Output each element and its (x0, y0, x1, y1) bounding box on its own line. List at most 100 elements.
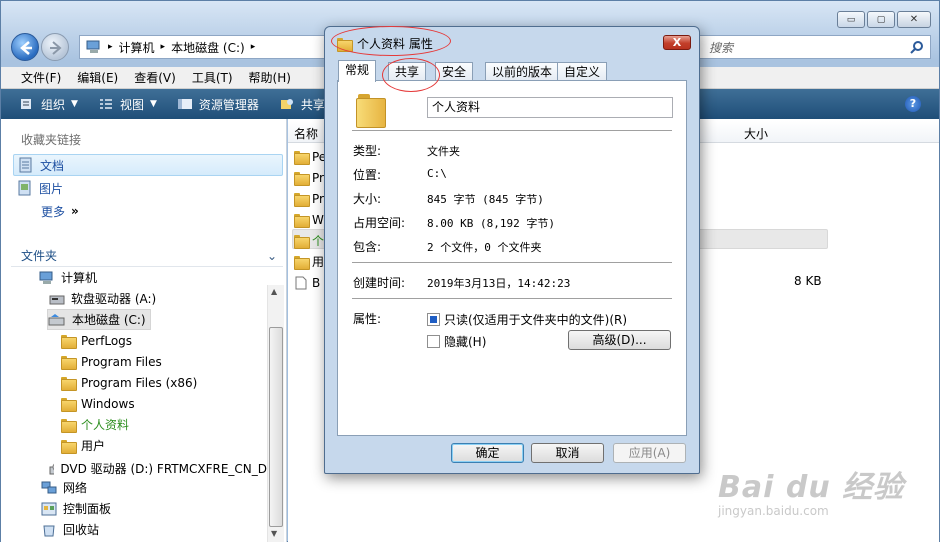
tree-item-program-files[interactable]: Program Files (61, 351, 162, 372)
explorer-button[interactable]: 资源管理器 (177, 96, 259, 113)
maximize-button[interactable]: ▢ (867, 11, 895, 28)
tree-item-computer[interactable]: 计算机 (39, 267, 97, 288)
documents-icon (19, 157, 32, 173)
folder-name-input[interactable]: 个人资料 (427, 97, 673, 118)
organize-icon (21, 99, 31, 109)
hidden-checkbox[interactable]: 隐藏(H) (427, 333, 486, 350)
favorite-pictures[interactable]: 图片 (13, 177, 283, 199)
file-row[interactable]: B (294, 272, 320, 293)
control-panel-icon (41, 502, 57, 515)
tree-item-users[interactable]: 用户 (61, 435, 105, 456)
scroll-down-arrow-icon[interactable]: ▼ (271, 529, 277, 538)
tree-item-dvd[interactable]: DVD 驱动器 (D:) FRTMCXFRE_CN_D (49, 458, 267, 479)
tree-scrollbar[interactable]: ▲ ▼ (267, 285, 284, 542)
watermark-url: jingyan.baidu.com (718, 504, 829, 518)
dropdown-arrow-icon: ▼ (149, 99, 157, 109)
minimize-icon: ▭ (846, 14, 856, 25)
tree-item-floppy[interactable]: 软盘驱动器 (A:) (49, 288, 156, 309)
tree-item-control-panel[interactable]: 控制面板 (41, 498, 111, 519)
folder-icon (61, 418, 77, 433)
search-icon[interactable] (910, 40, 924, 54)
file-row[interactable]: 用 (294, 251, 324, 272)
column-size[interactable]: 大小 (744, 125, 768, 142)
apply-button[interactable]: 应用(A) (613, 443, 686, 463)
file-name: 个 (312, 234, 325, 248)
minimize-button[interactable]: ▭ (837, 11, 865, 28)
favorite-more[interactable]: 更多 » (13, 200, 283, 222)
tree-label: 计算机 (61, 271, 98, 285)
divider (352, 262, 672, 263)
file-name: 用 (312, 255, 325, 269)
window-controls: ▭ ▢ ✕ (837, 11, 931, 28)
tree-item-local-disk[interactable]: 本地磁盘 (C:) (47, 309, 151, 330)
file-name: W (312, 212, 324, 227)
views-button[interactable]: 视图 ▼ (98, 96, 157, 113)
floppy-drive-icon (49, 295, 65, 304)
tab-customize[interactable]: 自定义 (557, 62, 608, 81)
scrollbar-thumb[interactable] (269, 327, 283, 527)
disk-size-label: 占用空间: (353, 216, 406, 230)
tree-item-recycle-bin[interactable]: 回收站 (41, 519, 99, 540)
menu-file[interactable]: 文件(F) (21, 69, 61, 86)
scroll-up-arrow-icon[interactable]: ▲ (271, 287, 277, 296)
pictures-icon (18, 180, 31, 196)
tree-item-program-files-x86[interactable]: Program Files (x86) (61, 372, 197, 393)
size-label: 大小: (353, 192, 382, 206)
tree-item-windows[interactable]: Windows (61, 393, 135, 414)
address-crumb-computer[interactable]: 计算机 (119, 39, 155, 56)
readonly-checkbox[interactable]: 只读(仅适用于文件夹中的文件)(R) (427, 311, 627, 328)
organize-button[interactable]: 组织 ▼ (19, 96, 78, 113)
tree-item-personal[interactable]: 个人资料 (61, 414, 129, 435)
menu-help[interactable]: 帮助(H) (249, 69, 291, 86)
tab-sharing[interactable]: 共享 (388, 62, 427, 81)
explorer-label: 资源管理器 (198, 97, 259, 112)
dropdown-arrow-icon: ▼ (71, 99, 78, 109)
column-name[interactable]: 名称 (294, 125, 318, 142)
menu-edit[interactable]: 编辑(E) (77, 69, 118, 86)
folders-header[interactable]: 文件夹 ⌄ (11, 245, 283, 267)
tree-item-network[interactable]: 网络 (41, 477, 87, 498)
menu-tools[interactable]: 工具(T) (192, 69, 233, 86)
forward-button[interactable] (41, 33, 69, 61)
tree-label: Program Files (x86) (81, 375, 198, 390)
close-icon: ✕ (909, 14, 919, 25)
properties-dialog: 个人资料 属性 X 常规 共享 安全 以前的版本 自定义 个人资料 类型: 文件… (324, 26, 700, 474)
dialog-titlebar[interactable]: 个人资料 属性 (337, 35, 433, 52)
favorites-title: 收藏夹链接 (21, 133, 82, 147)
advanced-button[interactable]: 高级(D)... (568, 330, 671, 350)
navigation-pane: 收藏夹链接 文档 图片 更多 » 文件夹 ⌄ 计算机 软盘驱动器 (A:) 本地… (1, 119, 287, 542)
menu-view[interactable]: 查看(V) (134, 69, 176, 86)
dialog-close-button[interactable]: X (663, 35, 691, 50)
tree-label: Windows (81, 396, 135, 411)
tab-previous-versions[interactable]: 以前的版本 (485, 62, 560, 81)
size-value: 845 字节 (845 字节) (427, 193, 544, 206)
tab-general[interactable]: 常规 (338, 60, 377, 82)
search-box[interactable]: 搜索 (696, 35, 931, 59)
search-placeholder: 搜索 (709, 40, 734, 55)
network-icon (41, 481, 57, 493)
cancel-button[interactable]: 取消 (531, 443, 604, 463)
file-row[interactable]: Pr (294, 188, 324, 209)
share-icon (280, 99, 293, 109)
share-button[interactable]: 共享 (279, 96, 325, 113)
address-crumb-drive[interactable]: 本地磁盘 (C:) (171, 39, 245, 56)
explorer-icon (177, 99, 192, 109)
dvd-drive-icon (49, 462, 55, 474)
favorite-documents[interactable]: 文档 (13, 154, 283, 176)
back-button[interactable] (11, 33, 39, 61)
file-row[interactable]: Pe (294, 146, 326, 167)
close-button[interactable]: ✕ (897, 11, 931, 28)
ok-button[interactable]: 确定 (451, 443, 524, 463)
tree-item-perflogs[interactable]: PerfLogs (61, 330, 132, 351)
folder-icon (294, 192, 310, 207)
divider (352, 298, 672, 299)
file-row[interactable]: 个 (294, 230, 324, 251)
tab-security[interactable]: 安全 (435, 62, 474, 81)
file-row[interactable]: W (294, 209, 324, 230)
help-icon[interactable]: ? (905, 96, 921, 112)
back-arrow-icon (20, 41, 32, 55)
collapse-chevron-icon[interactable]: ⌄ (267, 249, 277, 263)
file-row[interactable]: Pr (294, 167, 324, 188)
file-name: Pr (312, 170, 324, 185)
views-icon (99, 99, 112, 109)
